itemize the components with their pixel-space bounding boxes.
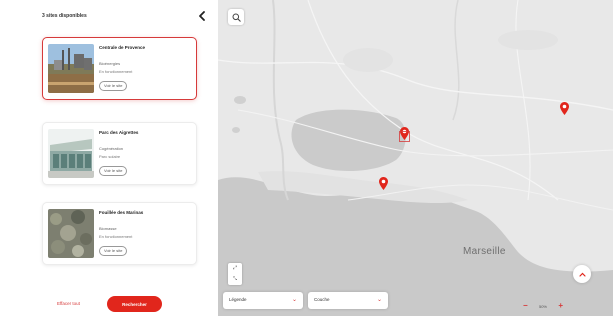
expand-icon: ⤢ — [232, 265, 237, 271]
site-info-3: Fouillée des Marinas Biomasse En fonctio… — [99, 210, 194, 257]
site-name: Fouillée des Marinas — [99, 210, 144, 215]
site-status: Parc solaire — [99, 154, 121, 159]
chevron-down-icon: ⌄ — [291, 297, 297, 303]
site-card-3[interactable]: Fouillée des Marinas Biomasse En fonctio… — [42, 202, 197, 265]
site-name: Centrale de Provence — [99, 45, 146, 50]
map-pin-2[interactable] — [379, 177, 388, 190]
legend-dropdown[interactable]: Légende ⌄ — [223, 292, 303, 309]
map-pin-3[interactable] — [560, 102, 569, 115]
app-window: 3 sites disponibles Centrale de Provence… — [0, 0, 613, 316]
map-pin-1-highlight — [399, 131, 410, 142]
chevron-up-icon — [578, 272, 586, 277]
zoom-control: − 50% + — [521, 300, 565, 312]
search-icon — [232, 13, 241, 22]
site-info-1: Centrale de Provence Bioénergies En fonc… — [99, 45, 194, 92]
zoom-level: 50% — [538, 303, 547, 309]
legend-dropdown-label: Légende — [229, 297, 247, 302]
map-search-button[interactable] — [228, 9, 244, 25]
chevron-down-icon: ⌄ — [376, 297, 382, 303]
map-canvas — [218, 0, 613, 316]
site-status: En fonctionnement — [99, 69, 133, 74]
sidebar-title: 3 sites disponibles — [42, 13, 87, 19]
zoom-in-button[interactable]: + — [558, 302, 563, 310]
view-site-button[interactable]: Voir le site — [99, 165, 128, 176]
sidebar: 3 sites disponibles Centrale de Provence… — [0, 0, 218, 316]
chevron-left-icon — [199, 11, 205, 21]
search-button[interactable]: Rechercher — [107, 296, 162, 312]
layer-dropdown-label: Couche — [314, 297, 330, 302]
collapse-icon: ⤡ — [232, 276, 237, 282]
layer-dropdown[interactable]: Couche ⌄ — [308, 292, 388, 309]
map-view[interactable]: Marseille ⤢ ⤡ Légende ⌄ Couche ⌄ − 50% + — [218, 0, 613, 316]
site-type: Bioénergies — [99, 61, 121, 66]
city-label: Marseille — [463, 246, 506, 257]
site-info-2: Parc des Aigrettes Cogénération Parc sol… — [99, 130, 194, 177]
site-type: Biomasse — [99, 226, 117, 231]
site-card-1[interactable]: Centrale de Provence Bioénergies En fonc… — [42, 37, 197, 100]
view-site-button[interactable]: Voir le site — [99, 80, 128, 91]
site-thumbnail-3 — [48, 209, 94, 258]
clear-all-link[interactable]: Effacer tout — [57, 301, 80, 306]
view-site-button[interactable]: Voir le site — [99, 245, 128, 256]
zoom-out-button[interactable]: − — [523, 302, 528, 310]
scroll-to-top-button[interactable] — [573, 265, 591, 283]
sidebar-header: 3 sites disponibles — [42, 10, 212, 24]
site-status: En fonctionnement — [99, 234, 133, 239]
sidebar-footer: Effacer tout Rechercher — [42, 292, 218, 316]
site-thumbnail-1 — [48, 44, 94, 93]
site-type: Cogénération — [99, 146, 124, 151]
collapse-sidebar-button[interactable] — [196, 10, 208, 22]
map-expand-control[interactable]: ⤢ ⤡ — [228, 263, 242, 285]
site-card-2[interactable]: Parc des Aigrettes Cogénération Parc sol… — [42, 122, 197, 185]
site-name: Parc des Aigrettes — [99, 130, 139, 135]
site-thumbnail-2 — [48, 129, 94, 178]
